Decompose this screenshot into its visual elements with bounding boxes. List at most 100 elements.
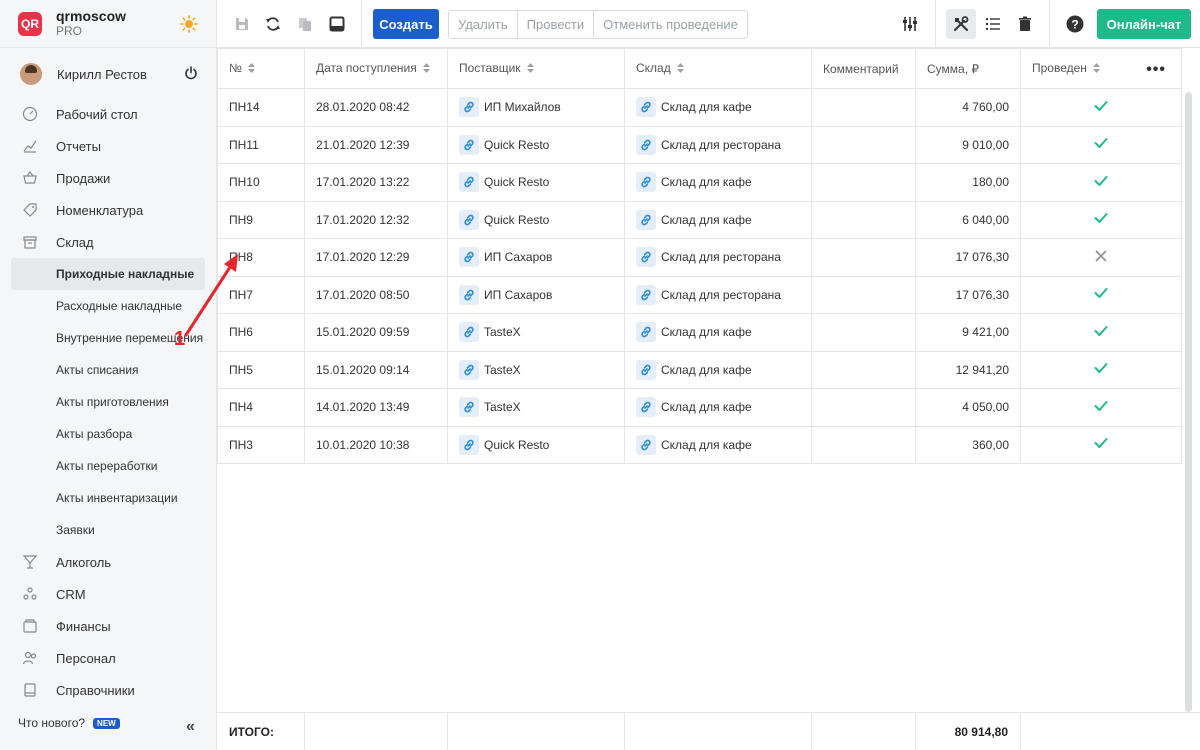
cell-number: ПН14	[217, 88, 305, 127]
sidebar-item-label: Продажи	[56, 170, 111, 186]
sun-icon[interactable]	[180, 15, 198, 36]
link-icon[interactable]	[636, 97, 656, 118]
table-row[interactable]: ПН6 15.01.2020 09:59 TasteX Склад для кафе 9…	[217, 313, 1182, 352]
cancel-conduct-button[interactable]: Отменить проведение	[594, 11, 747, 38]
table-row[interactable]: ПН14 28.01.2020 08:42 ИП Михайлов Склад для…	[217, 88, 1182, 127]
copy-icon[interactable]	[295, 14, 315, 34]
cell-sum: 9 421,00	[915, 313, 1021, 352]
save-icon[interactable]	[232, 14, 252, 34]
link-icon[interactable]	[459, 247, 479, 268]
sidebar-sub-write-offs[interactable]: Акты списания	[0, 354, 216, 386]
sort-icon[interactable]	[1092, 62, 1100, 76]
link-icon[interactable]	[636, 359, 656, 380]
sidebar-item-alcohol[interactable]: Алкоголь	[0, 546, 216, 578]
collapse-sidebar-icon[interactable]: «	[186, 718, 195, 736]
link-icon[interactable]	[459, 434, 479, 455]
user-name: Кирилл Рестов	[57, 66, 147, 82]
sidebar-item-dashboard[interactable]: Рабочий стол	[0, 98, 216, 130]
column-header-number[interactable]: №	[217, 48, 305, 89]
check-icon	[1094, 363, 1108, 377]
sidebar-item-reference[interactable]: Справочники	[0, 674, 216, 706]
store-name: Склад для кафе	[661, 100, 752, 115]
sidebar-sub-processing-acts[interactable]: Акты переработки	[0, 450, 216, 482]
brand-name: qrmoscow	[56, 7, 127, 24]
column-label: Сумма, ₽	[927, 61, 980, 76]
refresh-icon[interactable]	[263, 14, 283, 34]
sidebar-item-label: Справочники	[56, 682, 135, 698]
sidebar-item-sales[interactable]: Продажи	[0, 162, 216, 194]
online-chat-button[interactable]: Онлайн-чат	[1097, 9, 1191, 39]
link-icon[interactable]	[459, 97, 479, 118]
sidebar-sub-disassembly-acts[interactable]: Акты разбора	[0, 418, 216, 450]
sidebar-item-label: Рабочий стол	[56, 106, 138, 122]
sort-icon[interactable]	[526, 62, 534, 76]
column-header-comment[interactable]: Комментарий	[811, 48, 916, 89]
sidebar-item-finance[interactable]: Финансы	[0, 610, 216, 642]
table-row[interactable]: ПН8 17.01.2020 12:29 ИП Сахаров Склад для р…	[217, 238, 1182, 277]
cell-sum: 6 040,00	[915, 200, 1021, 239]
user-profile[interactable]: Кирилл Рестов	[0, 56, 216, 92]
sidebar-sub-requests[interactable]: Заявки	[0, 514, 216, 546]
more-options-icon[interactable]: •••	[1146, 61, 1166, 79]
table-row[interactable]: ПН3 10.01.2020 10:38 Quick Resto Склад для …	[217, 425, 1182, 464]
table-row[interactable]: ПН7 17.01.2020 08:50 ИП Сахаров Склад для р…	[217, 275, 1182, 314]
link-icon[interactable]	[459, 359, 479, 380]
brand-plan: PRO	[56, 23, 83, 38]
conduct-button[interactable]: Провести	[518, 11, 595, 38]
power-icon[interactable]	[184, 66, 198, 83]
column-header-store[interactable]: Склад	[624, 48, 812, 89]
cell-date: 17.01.2020 08:50	[304, 275, 448, 314]
cell-date: 15.01.2020 09:14	[304, 350, 448, 389]
delete-button[interactable]: Удалить	[449, 11, 518, 38]
link-icon[interactable]	[459, 172, 479, 193]
column-header-supplier[interactable]: Поставщик	[447, 48, 625, 89]
link-icon[interactable]	[636, 284, 656, 305]
link-icon[interactable]	[636, 172, 656, 193]
cell-supplier: ИП Сахаров	[447, 238, 625, 277]
table-row[interactable]: ПН4 14.01.2020 13:49 TasteX Склад для кафе 4…	[217, 388, 1182, 427]
table-row[interactable]: ПН11 21.01.2020 12:39 Quick Resto Склад для…	[217, 125, 1182, 164]
sort-icon[interactable]	[676, 62, 684, 76]
link-icon[interactable]	[636, 434, 656, 455]
create-button[interactable]: Создать	[373, 9, 439, 39]
link-icon[interactable]	[636, 134, 656, 155]
sort-icon[interactable]	[422, 62, 430, 76]
sidebar-item-staff[interactable]: Персонал	[0, 642, 216, 674]
sidebar-sub-inventory-acts[interactable]: Акты инвентаризации	[0, 482, 216, 514]
totals-row: ИТОГО: 80 914,80	[217, 712, 1200, 750]
link-icon[interactable]	[636, 247, 656, 268]
column-header-sum[interactable]: Сумма, ₽	[915, 48, 1021, 89]
sidebar-item-reports[interactable]: Отчеты	[0, 130, 216, 162]
table-row[interactable]: ПН10 17.01.2020 13:22 Quick Resto Склад для…	[217, 163, 1182, 202]
trash-icon[interactable]	[1015, 14, 1035, 34]
scrollbar[interactable]	[1185, 92, 1192, 712]
table-row[interactable]: ПН5 15.01.2020 09:14 TasteX Склад для кафе 1…	[217, 350, 1182, 389]
link-icon[interactable]	[636, 397, 656, 418]
total-value: 80 914,80	[916, 713, 1021, 750]
inbox-icon[interactable]	[327, 14, 347, 34]
brand-header[interactable]: QR qrmoscow PRO	[0, 0, 216, 48]
table-row[interactable]: ПН9 17.01.2020 12:32 Quick Resto Склад для …	[217, 200, 1182, 239]
list-icon[interactable]	[983, 14, 1003, 34]
column-header-conducted[interactable]: Проведен •••	[1020, 48, 1182, 89]
cell-comment	[811, 200, 916, 239]
link-icon[interactable]	[459, 397, 479, 418]
link-icon[interactable]	[459, 134, 479, 155]
cell-sum: 4 050,00	[915, 388, 1021, 427]
sort-icon[interactable]	[247, 62, 255, 76]
link-icon[interactable]	[636, 209, 656, 230]
link-icon[interactable]	[459, 322, 479, 343]
sidebar-sub-cooking-acts[interactable]: Акты приготовления	[0, 386, 216, 418]
filter-settings-icon[interactable]	[900, 14, 920, 34]
column-header-date[interactable]: Дата поступления	[304, 48, 448, 89]
sidebar-item-crm[interactable]: CRM	[0, 578, 216, 610]
whats-new-link[interactable]: Что нового? NEW	[18, 716, 120, 730]
link-icon[interactable]	[459, 284, 479, 305]
sidebar-item-nomenclature[interactable]: Номенклатура	[0, 194, 216, 226]
supplier-name: TasteX	[484, 362, 521, 377]
cell-number: ПН9	[217, 200, 305, 239]
link-icon[interactable]	[459, 209, 479, 230]
column-label: Проведен	[1032, 61, 1087, 76]
link-icon[interactable]	[636, 322, 656, 343]
help-icon[interactable]: ?	[1065, 14, 1085, 34]
